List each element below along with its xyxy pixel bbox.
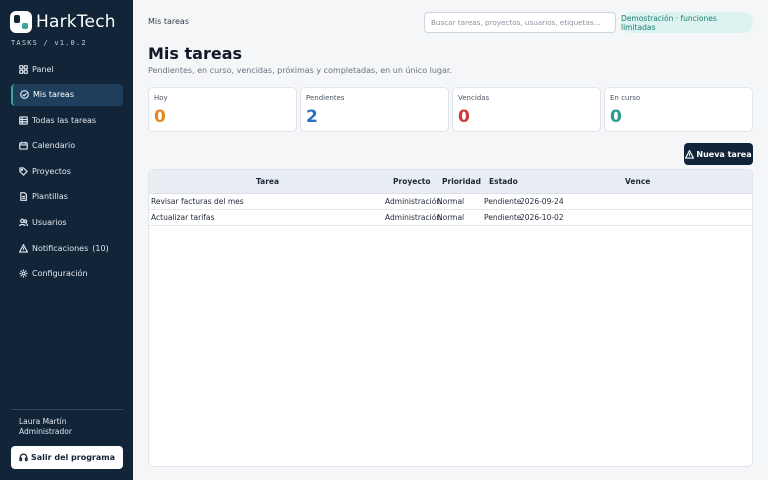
sidebar-item-label: Proyectos (32, 166, 71, 176)
warning-icon (19, 243, 28, 253)
logo-icon (10, 11, 32, 33)
tag-icon (19, 167, 28, 176)
warning-icon (685, 149, 695, 159)
sidebar-item-panel[interactable]: Panel (11, 58, 123, 80)
table-header: Tarea Proyecto Prioridad Estado Vence (149, 170, 752, 194)
stat-card-vencidas[interactable]: Vencidas 0 (452, 87, 601, 132)
grid-icon (19, 64, 28, 74)
sidebar-item-label: Usuarios (32, 218, 67, 228)
sidebar-item-label: Mis tareas (33, 90, 74, 100)
column-header-vence[interactable]: Vence (625, 177, 650, 186)
stat-value: 0 (154, 107, 166, 127)
column-header-proyecto[interactable]: Proyecto (393, 177, 431, 186)
page-title: Mis tareas (148, 44, 243, 63)
stat-card-pendientes[interactable]: Pendientes 2 (300, 87, 449, 132)
task-priority: Normal (437, 213, 465, 222)
user-name: Laura Martín (19, 417, 67, 426)
demo-badge: Demostración · funciones limitadas (621, 12, 753, 33)
sidebar-item-label: Notificaciones (32, 243, 89, 253)
brand-name: HarkTech (36, 12, 116, 32)
list-icon (19, 116, 28, 125)
stat-label: Hoy (154, 94, 168, 102)
stat-card-en-curso[interactable]: En curso 0 (604, 87, 753, 132)
table-row[interactable]: Actualizar tarifas Administración Normal… (149, 210, 752, 226)
task-status: Pendiente (484, 197, 522, 206)
stat-label: Vencidas (458, 94, 490, 102)
page-subtitle: Pendientes, en curso, vencidas, próximas… (148, 66, 453, 75)
sidebar-item-proyectos[interactable]: Proyectos (11, 160, 123, 182)
user-role: Administrador (19, 427, 72, 436)
column-header-tarea[interactable]: Tarea (256, 177, 279, 186)
headset-icon (19, 453, 28, 462)
sidebar-nav: Panel Mis tareas Todas las tareas Calend… (11, 58, 123, 288)
task-project: Administración (385, 213, 442, 222)
breadcrumb: Mis tareas (148, 17, 189, 26)
sidebar-item-usuarios[interactable]: Usuarios (11, 212, 123, 234)
sidebar-item-notificaciones[interactable]: Notificaciones (10) (11, 237, 123, 259)
sidebar-item-label: Plantillas (32, 192, 68, 202)
stat-label: Pendientes (306, 94, 345, 102)
exit-button-label: Salir del programa (30, 453, 116, 462)
task-project: Administración (385, 197, 442, 206)
brand[interactable]: HarkTech (10, 11, 116, 33)
task-name: Revisar facturas del mes (151, 197, 244, 206)
sidebar: HarkTech TASKS / v1.0.2 Panel Mis tareas… (0, 0, 133, 480)
table-row[interactable]: Revisar facturas del mes Administración … (149, 194, 752, 210)
column-header-prioridad[interactable]: Prioridad (442, 177, 481, 186)
users-icon (19, 218, 28, 227)
task-name: Actualizar tarifas (151, 213, 215, 222)
new-task-button[interactable]: Nueva tarea (684, 143, 753, 165)
sidebar-item-mis-tareas[interactable]: Mis tareas (11, 83, 123, 106)
brand-subtitle: TASKS / v1.0.2 (11, 39, 87, 47)
stat-value: 0 (458, 107, 470, 127)
sidebar-item-label: Todas las tareas (32, 115, 97, 125)
exit-button[interactable]: Salir del programa (11, 446, 123, 469)
task-due: 2026-10-02 (520, 213, 564, 222)
tasks-table: Tarea Proyecto Prioridad Estado Vence Re… (148, 169, 753, 467)
column-header-estado[interactable]: Estado (489, 177, 518, 186)
settings-icon (19, 269, 28, 278)
sidebar-item-label: Configuración (32, 269, 88, 279)
stat-value: 0 (610, 107, 622, 127)
search-input[interactable] (424, 12, 616, 33)
sidebar-item-todas-las-tareas[interactable]: Todas las tareas (11, 109, 123, 131)
sidebar-item-configuracion[interactable]: Configuración (11, 263, 123, 285)
document-icon (19, 192, 28, 202)
sidebar-item-calendario[interactable]: Calendario (11, 135, 123, 157)
task-status: Pendiente (484, 213, 522, 222)
task-priority: Normal (437, 197, 465, 206)
stat-value: 2 (306, 107, 318, 127)
notification-count: (10) (92, 243, 109, 253)
stat-card-hoy[interactable]: Hoy 0 (148, 87, 297, 132)
check-circle-icon (20, 90, 29, 99)
calendar-icon (19, 141, 28, 150)
sidebar-item-label: Panel (32, 64, 54, 74)
task-due: 2026-09-24 (520, 197, 564, 206)
stat-label: En curso (610, 94, 641, 102)
sidebar-divider (11, 409, 123, 410)
sidebar-item-plantillas[interactable]: Plantillas (11, 186, 123, 208)
sidebar-item-label: Calendario (32, 141, 76, 151)
new-task-label: Nueva tarea (696, 149, 752, 159)
